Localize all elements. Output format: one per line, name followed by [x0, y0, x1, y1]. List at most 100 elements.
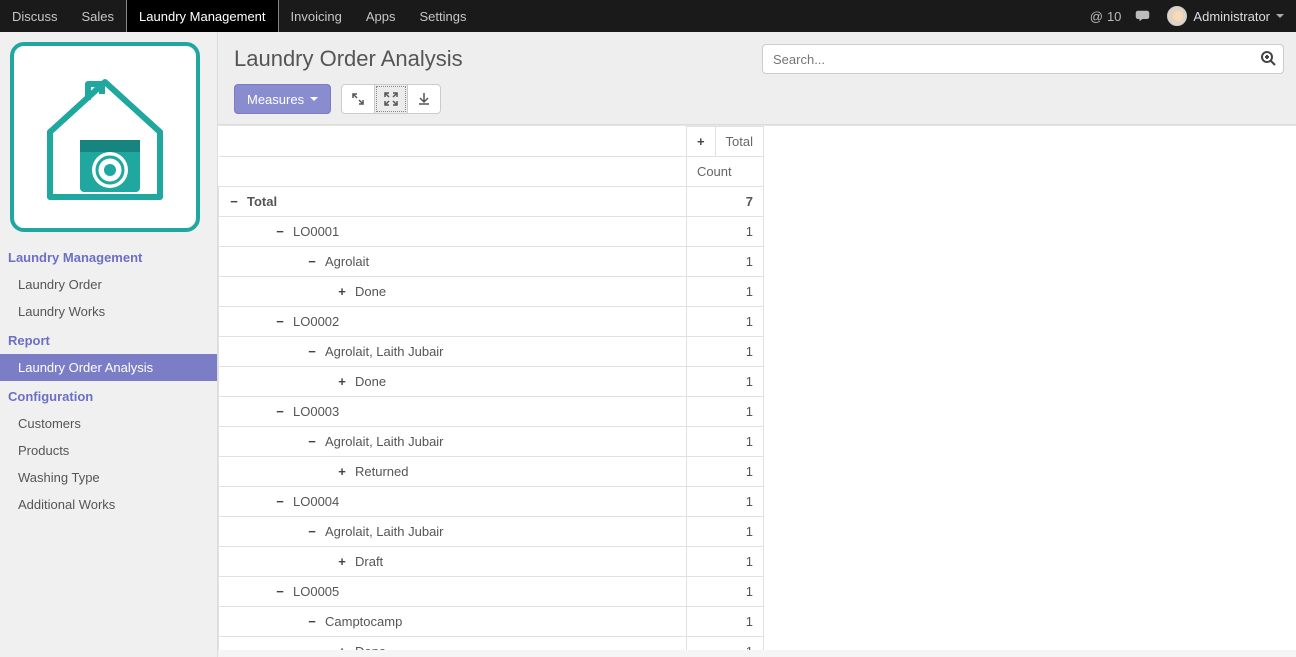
- pivot-row-label: Done: [355, 284, 386, 299]
- page-title: Laundry Order Analysis: [234, 46, 463, 72]
- pivot-row-total[interactable]: Total: [219, 187, 687, 217]
- minus-icon: [307, 614, 317, 629]
- pivot-row[interactable]: LO0003: [219, 397, 687, 427]
- pivot-row[interactable]: LO0004: [219, 487, 687, 517]
- pivot-row[interactable]: LO0001: [219, 217, 687, 247]
- pivot-row[interactable]: Done: [219, 277, 687, 307]
- pivot-container[interactable]: Total Count Total 7 LO0001 1 Agrolait 1 Done…: [218, 125, 1296, 650]
- pivot-row-label: Agrolait: [325, 254, 369, 269]
- pivot-col-measure[interactable]: Count: [686, 157, 763, 187]
- user-menu[interactable]: Administrator: [1167, 6, 1284, 26]
- at-icon: @: [1090, 9, 1103, 24]
- expand-all-button[interactable]: [374, 84, 408, 114]
- pivot-row[interactable]: Agrolait, Laith Jubair: [219, 427, 687, 457]
- minus-icon: [275, 494, 285, 509]
- sidebar-item-order-analysis[interactable]: Laundry Order Analysis: [0, 354, 217, 381]
- minus-icon: [307, 344, 317, 359]
- user-name: Administrator: [1193, 9, 1270, 24]
- pivot-row[interactable]: LO0005: [219, 577, 687, 607]
- pivot-row-value: 1: [686, 217, 763, 247]
- messages-count: 10: [1107, 9, 1121, 24]
- measures-button[interactable]: Measures: [234, 84, 331, 114]
- pivot-col-expand[interactable]: [686, 127, 715, 157]
- pivot-row-value: 1: [686, 247, 763, 277]
- messages-counter[interactable]: @ 10: [1090, 9, 1122, 24]
- pivot-col-total[interactable]: Total: [715, 127, 763, 157]
- pivot-row-value: 1: [686, 547, 763, 577]
- plus-icon: [697, 134, 705, 149]
- pivot-row-value: 1: [686, 607, 763, 637]
- pivot-row-value: 1: [686, 307, 763, 337]
- pivot-row-value: 1: [686, 487, 763, 517]
- pivot-row-value: 1: [686, 337, 763, 367]
- measures-label: Measures: [247, 92, 304, 107]
- pivot-row[interactable]: Done: [219, 637, 687, 651]
- pivot-row[interactable]: Draft: [219, 547, 687, 577]
- pivot-corner: [219, 127, 687, 157]
- nav-item-settings[interactable]: Settings: [407, 0, 478, 32]
- minus-icon: [229, 194, 239, 209]
- search-input[interactable]: [762, 44, 1284, 74]
- nav-item-sales[interactable]: Sales: [70, 0, 127, 32]
- download-icon: [417, 92, 431, 106]
- pivot-row-value: 1: [686, 637, 763, 651]
- pivot-row[interactable]: Agrolait, Laith Jubair: [219, 517, 687, 547]
- sidebar-section-laundry: Laundry Management: [0, 242, 217, 271]
- pivot-row[interactable]: Camptocamp: [219, 607, 687, 637]
- pivot-corner2: [219, 157, 687, 187]
- expand-arrows-icon: [351, 92, 365, 106]
- nav-item-invoicing[interactable]: Invoicing: [279, 0, 354, 32]
- sidebar-item-laundry-order[interactable]: Laundry Order: [0, 271, 217, 298]
- minus-icon: [275, 224, 285, 239]
- sidebar-section-report: Report: [0, 325, 217, 354]
- pivot-row-value: 1: [686, 277, 763, 307]
- download-button[interactable]: [407, 84, 441, 114]
- pivot-row-value: 1: [686, 517, 763, 547]
- chevron-down-icon: [310, 97, 318, 101]
- nav-item-laundry[interactable]: Laundry Management: [126, 0, 278, 32]
- pivot-row-label: Done: [355, 374, 386, 389]
- pivot-row[interactable]: Done: [219, 367, 687, 397]
- pivot-row-label: Agrolait, Laith Jubair: [325, 434, 444, 449]
- sidebar: Laundry Management Laundry Order Laundry…: [0, 32, 218, 657]
- pivot-total-value: 7: [686, 187, 763, 217]
- pivot-row-label: Agrolait, Laith Jubair: [325, 344, 444, 359]
- pivot-row-label: Draft: [355, 554, 383, 569]
- search-icon[interactable]: [1260, 50, 1276, 69]
- nav-item-apps[interactable]: Apps: [354, 0, 408, 32]
- pivot-row-label: Done: [355, 644, 386, 650]
- sidebar-item-laundry-works[interactable]: Laundry Works: [0, 298, 217, 325]
- pivot-row-label: LO0004: [293, 494, 339, 509]
- plus-icon: [337, 374, 347, 389]
- pivot-row[interactable]: LO0002: [219, 307, 687, 337]
- nav-item-discuss[interactable]: Discuss: [0, 0, 70, 32]
- pivot-table: Total Count Total 7 LO0001 1 Agrolait 1 Done…: [218, 126, 764, 650]
- pivot-row-value: 1: [686, 397, 763, 427]
- pivot-row[interactable]: Agrolait: [219, 247, 687, 277]
- pivot-row-label: LO0002: [293, 314, 339, 329]
- search-wrap: [762, 44, 1284, 74]
- sidebar-item-additional-works[interactable]: Additional Works: [0, 491, 217, 518]
- sidebar-item-products[interactable]: Products: [0, 437, 217, 464]
- flip-axis-button[interactable]: [341, 84, 375, 114]
- chevron-down-icon: [1276, 14, 1284, 18]
- pivot-row-value: 1: [686, 577, 763, 607]
- pivot-row-value: 1: [686, 367, 763, 397]
- plus-icon: [337, 644, 347, 650]
- pivot-row-value: 1: [686, 457, 763, 487]
- house-washer-icon: [30, 62, 180, 212]
- minus-icon: [275, 404, 285, 419]
- pivot-row-label: Camptocamp: [325, 614, 402, 629]
- chat-icon[interactable]: [1135, 9, 1153, 23]
- pivot-row[interactable]: Agrolait, Laith Jubair: [219, 337, 687, 367]
- plus-icon: [337, 464, 347, 479]
- toolbar: Measures: [234, 84, 1284, 114]
- pivot-row[interactable]: Returned: [219, 457, 687, 487]
- pivot-row-label: LO0001: [293, 224, 339, 239]
- top-nav: Discuss Sales Laundry Management Invoici…: [0, 0, 1296, 32]
- main-content: Laundry Order Analysis Measures: [218, 32, 1296, 657]
- pivot-row-label: LO0005: [293, 584, 339, 599]
- sidebar-item-washing-type[interactable]: Washing Type: [0, 464, 217, 491]
- app-logo: [0, 42, 217, 242]
- sidebar-item-customers[interactable]: Customers: [0, 410, 217, 437]
